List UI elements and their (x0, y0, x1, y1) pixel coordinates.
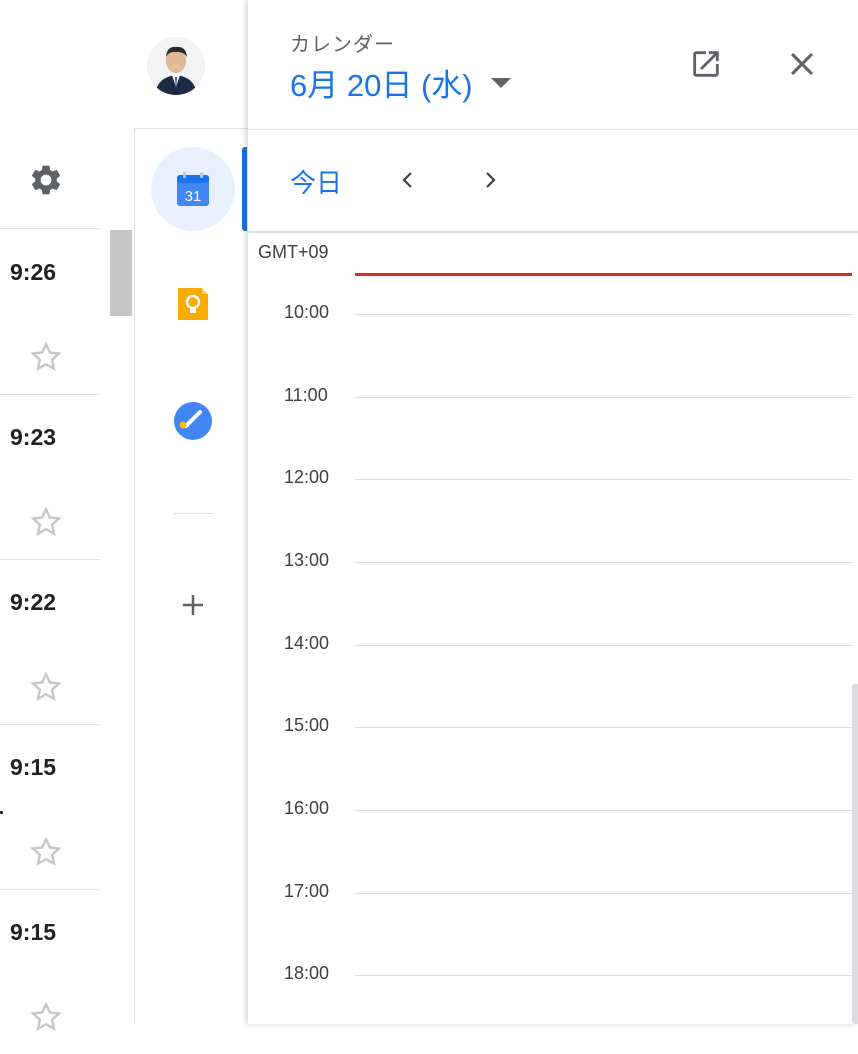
list-item[interactable]: 9:23 (0, 394, 100, 560)
keep-icon (178, 288, 208, 320)
keep-app-button[interactable] (151, 262, 235, 346)
active-app-indicator (242, 147, 247, 231)
mail-time: 9:22 (10, 589, 57, 615)
hour-gridline (355, 314, 852, 315)
scrollbar[interactable] (110, 230, 132, 316)
close-icon[interactable] (782, 44, 822, 84)
star-icon[interactable] (26, 667, 66, 707)
divider (248, 129, 858, 130)
gmail-inbox: 9:26 9:23 9:22 9:15 9:15 (0, 0, 134, 1032)
mail-time: 9:23 (10, 424, 57, 450)
mail-time: 9:26 (10, 259, 57, 285)
date-picker[interactable]: 6月 20日 (水) (290, 60, 511, 105)
hour-row[interactable]: 14:00 (248, 633, 858, 657)
scrollbar[interactable] (852, 684, 858, 1024)
hour-gridline (355, 397, 852, 398)
star-icon[interactable] (26, 502, 66, 542)
hour-label: 18:00 (284, 963, 330, 983)
side-panel-rail: 31 (134, 129, 249, 1024)
divider (173, 513, 213, 514)
hour-row[interactable]: 16:00 (248, 798, 858, 822)
tasks-app-button[interactable] (151, 379, 235, 463)
hour-label: 12:00 (284, 467, 330, 487)
plus-icon (183, 595, 203, 615)
calendar-panel: カレンダー 6月 20日 (水) 今日 GMT+09 10:00 11:00 1… (248, 0, 858, 1024)
list-item[interactable]: 9:26 (0, 229, 100, 395)
panel-app-title: カレンダー (290, 34, 395, 56)
hour-row[interactable]: 13:00 (248, 550, 858, 574)
current-time-indicator (355, 273, 852, 276)
truncated-text (0, 811, 3, 814)
star-icon[interactable] (26, 997, 66, 1037)
hour-label: 15:00 (284, 715, 330, 735)
hour-gridline (355, 562, 852, 563)
hour-label: 17:00 (284, 881, 330, 901)
hour-row[interactable]: 15:00 (248, 715, 858, 739)
calendar-icon: 31 (177, 172, 209, 206)
star-icon[interactable] (26, 832, 66, 872)
hour-row[interactable]: 18:00 (248, 963, 858, 987)
hour-row[interactable]: 17:00 (248, 881, 858, 905)
hour-gridline (355, 727, 852, 728)
tasks-icon (174, 402, 212, 440)
hour-gridline (355, 810, 852, 811)
hour-gridline (355, 893, 852, 894)
mail-time: 9:15 (10, 919, 57, 945)
today-button[interactable]: 今日 (290, 163, 342, 200)
hour-label: 11:00 (284, 385, 328, 405)
calendar-app-button[interactable]: 31 (151, 147, 235, 231)
mail-time: 9:15 (10, 754, 57, 780)
current-date: 6月 20日 (水) (290, 68, 473, 103)
hour-row[interactable]: 11:00 (248, 385, 858, 409)
hour-label: 13:00 (284, 550, 330, 570)
avatar[interactable] (147, 37, 205, 95)
divider (248, 231, 858, 233)
hour-label: 14:00 (284, 633, 330, 653)
timezone-label: GMT+09 (258, 242, 329, 262)
hour-gridline (355, 645, 852, 646)
hour-row[interactable]: 12:00 (248, 467, 858, 491)
open-in-new-icon[interactable] (686, 44, 726, 84)
list-item[interactable]: 9:15 (0, 724, 100, 890)
list-item[interactable]: 9:15 (0, 889, 100, 1054)
hour-label: 16:00 (284, 798, 330, 818)
caret-down-icon (490, 77, 511, 88)
chevron-left-icon[interactable] (390, 162, 426, 198)
add-app-button[interactable] (151, 563, 235, 647)
hour-label: 10:00 (284, 302, 330, 322)
hour-gridline (355, 479, 852, 480)
hour-gridline (355, 975, 852, 976)
svg-text:31: 31 (185, 188, 202, 205)
gear-icon[interactable] (26, 160, 66, 200)
chevron-right-icon[interactable] (472, 162, 508, 198)
star-icon[interactable] (26, 337, 66, 377)
hour-row[interactable]: 10:00 (248, 302, 858, 326)
list-item[interactable]: 9:22 (0, 559, 100, 725)
